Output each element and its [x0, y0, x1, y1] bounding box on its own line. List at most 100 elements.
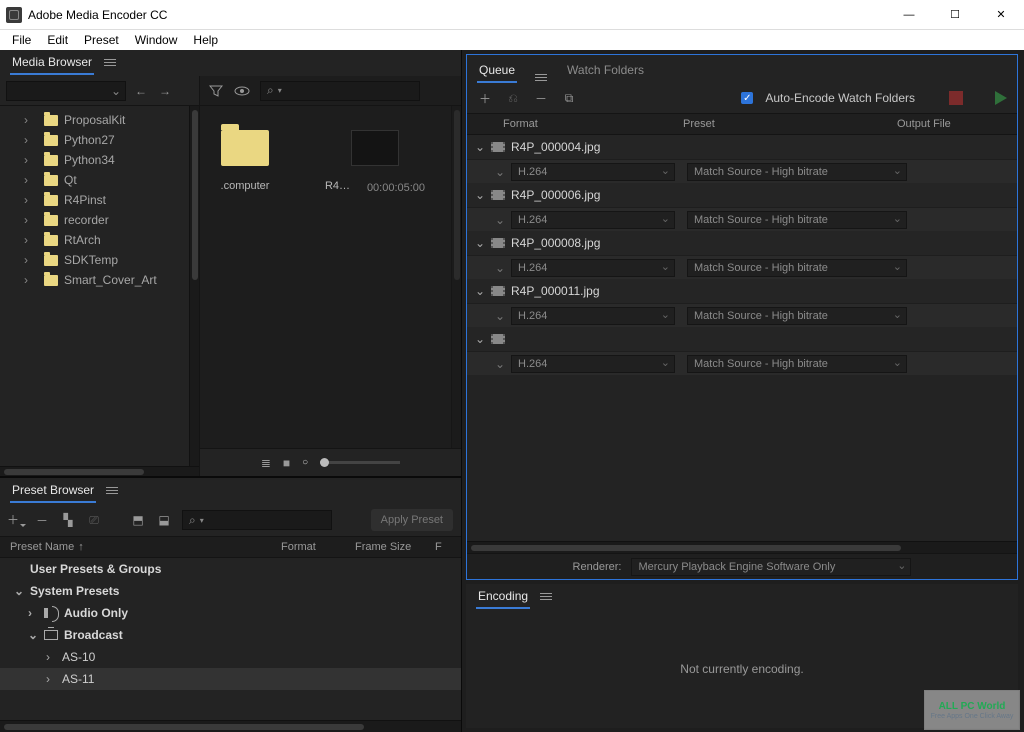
tab-media-browser[interactable]: Media Browser: [10, 51, 94, 75]
tree-item[interactable]: Smart_Cover_Art: [0, 270, 189, 290]
preset-item-row[interactable]: ›AS-10: [0, 646, 461, 668]
tree-item[interactable]: Qt: [0, 170, 189, 190]
preset-search-input[interactable]: ⌕ ▾: [182, 510, 332, 530]
tree-item[interactable]: SDKTemp: [0, 250, 189, 270]
col-output-file[interactable]: Output File: [897, 118, 1007, 130]
menu-help[interactable]: Help: [185, 31, 226, 49]
tree-h-scrollbar[interactable]: [0, 466, 199, 476]
menu-window[interactable]: Window: [127, 31, 186, 49]
window-close-button[interactable]: ✕: [978, 0, 1024, 30]
tab-encoding[interactable]: Encoding: [476, 585, 530, 609]
expand-icon[interactable]: ⌄: [495, 357, 505, 371]
new-group-button[interactable]: ▝▖: [60, 512, 76, 528]
panel-menu-icon[interactable]: [104, 59, 116, 68]
queue-output-row[interactable]: ⌄ H.264 Match Source - High bitrate: [467, 303, 1017, 327]
tree-item[interactable]: Python34: [0, 150, 189, 170]
path-combo[interactable]: ⌄: [6, 81, 126, 101]
preset-select[interactable]: Match Source - High bitrate: [687, 355, 907, 373]
tree-item[interactable]: recorder: [0, 210, 189, 230]
preset-item-row[interactable]: ›AS-11: [0, 668, 461, 690]
preset-select[interactable]: Match Source - High bitrate: [687, 259, 907, 277]
preset-tree[interactable]: User Presets & Groups ⌄System Presets ›A…: [0, 558, 461, 720]
queue-h-scrollbar[interactable]: [467, 541, 1017, 553]
tree-item[interactable]: RtArch: [0, 230, 189, 250]
menu-edit[interactable]: Edit: [39, 31, 76, 49]
col-preset[interactable]: Preset: [683, 118, 897, 130]
auto-encode-checkbox[interactable]: ✓: [741, 92, 753, 104]
import-preset-button[interactable]: ⬒: [130, 512, 146, 528]
window-maximize-button[interactable]: ☐: [932, 0, 978, 30]
queue-source-row[interactable]: ⌄R4P_000008.jpg: [467, 231, 1017, 255]
expand-icon[interactable]: ⌄: [475, 188, 485, 202]
search-input[interactable]: ⌕ ▾: [260, 81, 420, 101]
add-preset-button[interactable]: ＋: [8, 512, 24, 528]
queue-list[interactable]: ⌄R4P_000004.jpg⌄H.264Match Source - High…: [467, 135, 1017, 541]
stop-queue-button[interactable]: [949, 91, 963, 105]
nav-back-button[interactable]: ←: [132, 82, 150, 100]
zoom-out-icon[interactable]: ○: [302, 457, 308, 468]
content-scrollbar[interactable]: [451, 106, 461, 448]
expand-icon[interactable]: ⌄: [475, 284, 485, 298]
queue-output-row[interactable]: ⌄ H.264 Match Source - High bitrate: [467, 255, 1017, 279]
col-preset-name[interactable]: Preset Name: [10, 541, 74, 553]
add-output-button[interactable]: ⎌: [505, 90, 521, 106]
preset-category-row[interactable]: ⌄Broadcast: [0, 624, 461, 646]
menu-file[interactable]: File: [4, 31, 39, 49]
queue-output-row[interactable]: ⌄ H.264 Match Source - High bitrate: [467, 207, 1017, 231]
start-queue-button[interactable]: [995, 91, 1007, 105]
apply-preset-button[interactable]: Apply Preset: [371, 509, 453, 531]
expand-icon[interactable]: ⌄: [495, 165, 505, 179]
add-source-button[interactable]: ＋: [477, 90, 493, 106]
duplicate-button[interactable]: ⧉: [561, 90, 577, 106]
format-select[interactable]: H.264: [511, 355, 675, 373]
thumbnail-item[interactable]: .computer: [210, 124, 280, 192]
tab-preset-browser[interactable]: Preset Browser: [10, 479, 96, 503]
eye-icon[interactable]: [234, 83, 250, 99]
thumbnail-item[interactable]: R4P… 00:00:05:00: [320, 124, 430, 194]
expand-icon[interactable]: ⌄: [475, 332, 485, 346]
preset-group-row[interactable]: ⌄System Presets: [0, 580, 461, 602]
panel-menu-icon[interactable]: [540, 593, 552, 602]
preset-group-row[interactable]: User Presets & Groups: [0, 558, 461, 580]
filter-icon[interactable]: [208, 83, 224, 99]
preset-settings-button[interactable]: ⎚: [86, 512, 102, 528]
preset-h-scrollbar[interactable]: [0, 720, 461, 732]
expand-icon[interactable]: ⌄: [475, 140, 485, 154]
preset-select[interactable]: Match Source - High bitrate: [687, 307, 907, 325]
col-format[interactable]: Format: [281, 541, 351, 553]
tree-scrollbar[interactable]: [189, 106, 199, 466]
panel-menu-icon[interactable]: [535, 74, 547, 83]
col-format[interactable]: Format: [503, 118, 683, 130]
format-select[interactable]: H.264: [511, 211, 675, 229]
expand-icon[interactable]: ⌄: [495, 309, 505, 323]
queue-source-row[interactable]: ⌄R4P_000011.jpg: [467, 279, 1017, 303]
queue-source-row[interactable]: ⌄: [467, 327, 1017, 351]
queue-source-row[interactable]: ⌄R4P_000006.jpg: [467, 183, 1017, 207]
folder-tree[interactable]: ProposalKit Python27 Python34 Qt R4Pinst…: [0, 106, 189, 466]
thumbnail-size-slider[interactable]: [320, 461, 400, 464]
thumbnail-area[interactable]: .computer R4P… 00:00:05:00: [200, 106, 451, 448]
expand-icon[interactable]: ⌄: [495, 261, 505, 275]
remove-preset-button[interactable]: －: [34, 512, 50, 528]
queue-source-row[interactable]: ⌄R4P_000004.jpg: [467, 135, 1017, 159]
tab-watch-folders[interactable]: Watch Folders: [565, 59, 646, 83]
col-frame-size[interactable]: Frame Size: [355, 541, 431, 553]
remove-button[interactable]: －: [533, 90, 549, 106]
tab-queue[interactable]: Queue: [477, 59, 517, 83]
queue-output-row[interactable]: ⌄ H.264 Match Source - High bitrate: [467, 159, 1017, 183]
expand-icon[interactable]: ⌄: [495, 213, 505, 227]
panel-menu-icon[interactable]: [106, 487, 118, 496]
grid-view-button[interactable]: ■: [283, 456, 290, 470]
preset-category-row[interactable]: ›Audio Only: [0, 602, 461, 624]
tree-item[interactable]: R4Pinst: [0, 190, 189, 210]
format-select[interactable]: H.264: [511, 163, 675, 181]
tree-item[interactable]: ProposalKit: [0, 110, 189, 130]
preset-select[interactable]: Match Source - High bitrate: [687, 211, 907, 229]
window-minimize-button[interactable]: —: [886, 0, 932, 30]
renderer-select[interactable]: Mercury Playback Engine Software Only: [631, 558, 911, 576]
tree-item[interactable]: Python27: [0, 130, 189, 150]
preset-select[interactable]: Match Source - High bitrate: [687, 163, 907, 181]
format-select[interactable]: H.264: [511, 307, 675, 325]
format-select[interactable]: H.264: [511, 259, 675, 277]
export-preset-button[interactable]: ⬓: [156, 512, 172, 528]
